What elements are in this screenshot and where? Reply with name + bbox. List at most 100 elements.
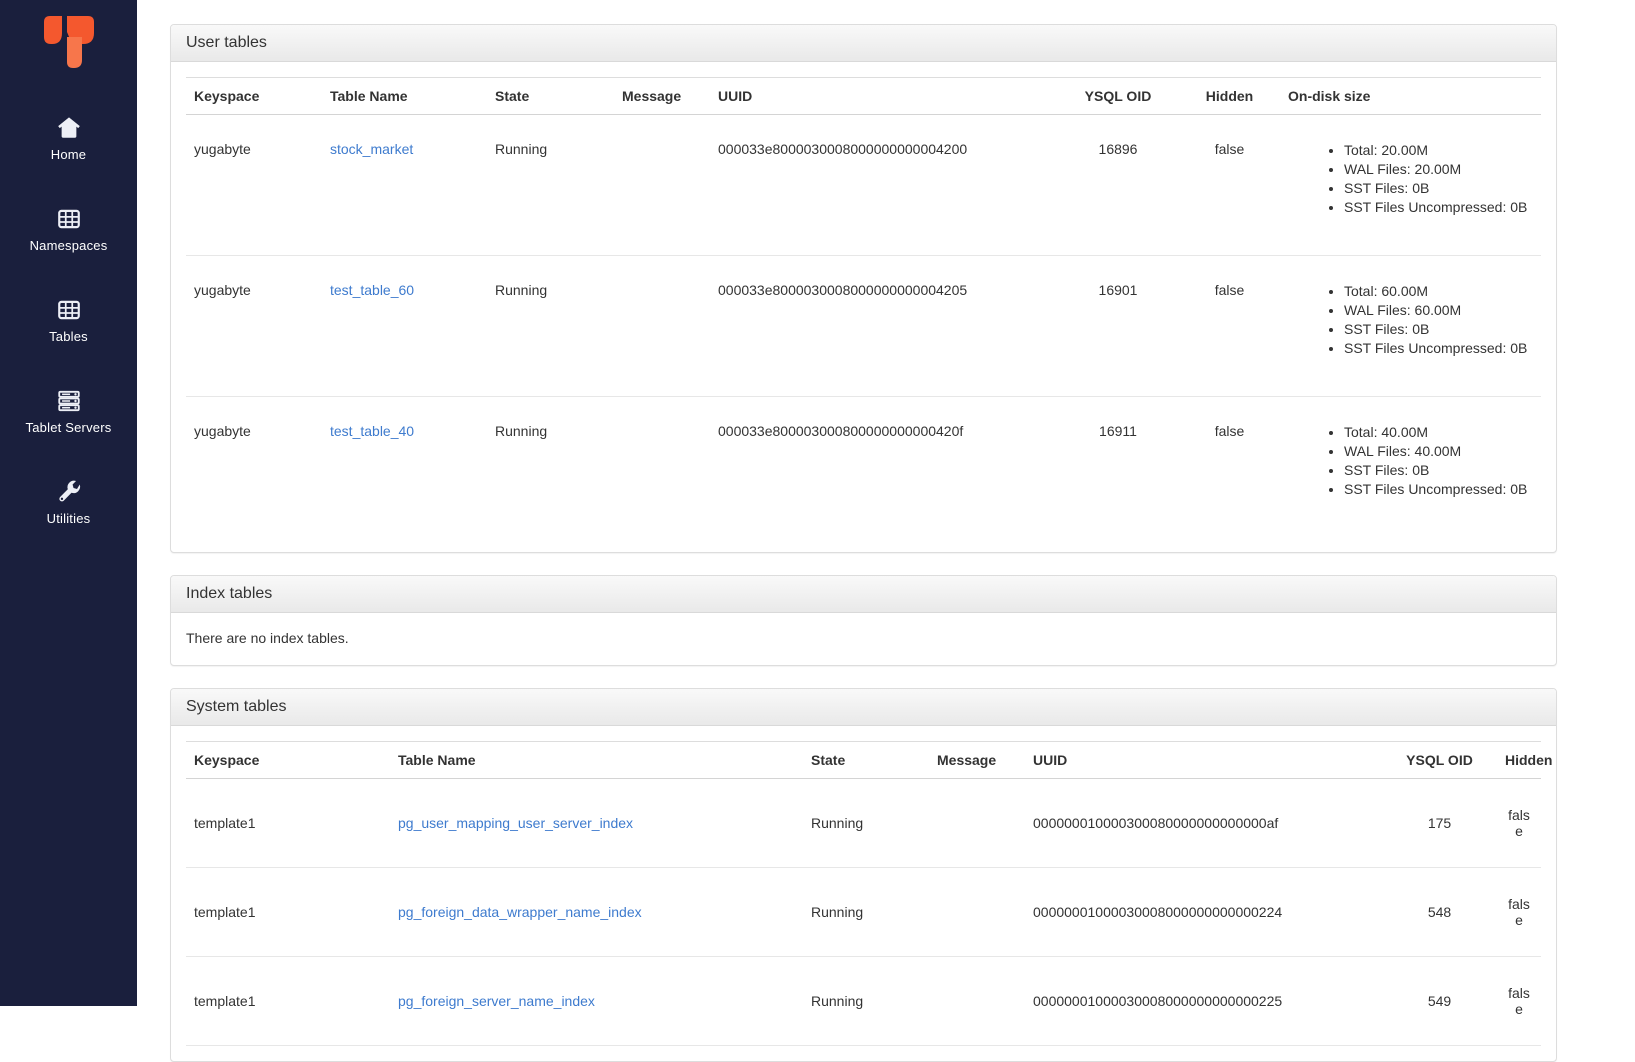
app-root: Home Namespaces Tables Tablet Servers Utilit… — [0, 0, 1635, 1006]
size-item: SST Files Uncompressed: 0B — [1344, 198, 1533, 217]
cell-keyspace: yugabyte — [186, 397, 322, 538]
size-item: SST Files: 0B — [1344, 179, 1533, 198]
table-name-link[interactable]: test_table_60 — [330, 282, 414, 298]
cell-message — [614, 115, 710, 256]
cell-table-name: stock_market — [322, 115, 487, 256]
sidebar-item-tablet-servers[interactable]: Tablet Servers — [0, 388, 137, 435]
cell-ysql-oid: 16901 — [1057, 256, 1179, 397]
header-row: KeyspaceTable NameStateMessageUUIDYSQL O… — [186, 78, 1541, 115]
cell-state: Running — [487, 397, 614, 538]
table-name-link[interactable]: pg_foreign_data_wrapper_name_index — [398, 904, 642, 920]
column-header-keyspace: Keyspace — [186, 78, 322, 115]
column-header-state: State — [487, 78, 614, 115]
size-item: Total: 60.00M — [1344, 282, 1533, 301]
cell-keyspace: template1 — [186, 868, 390, 957]
cell-message — [614, 397, 710, 538]
column-header-ysql-oid: YSQL OID — [1382, 742, 1497, 779]
size-item: WAL Files: 40.00M — [1344, 442, 1533, 461]
table-row: template1pg_foreign_server_name_indexRun… — [186, 957, 1541, 1046]
column-header-uuid: UUID — [1025, 742, 1382, 779]
cell-uuid: 000000010000300080000000000000af — [1025, 779, 1382, 868]
system-tables-table: KeyspaceTable NameStateMessageUUIDYSQL O… — [186, 741, 1541, 1046]
cell-keyspace: yugabyte — [186, 115, 322, 256]
home-icon — [55, 115, 83, 141]
size-item: SST Files Uncompressed: 0B — [1344, 480, 1533, 499]
table-name-link[interactable]: stock_market — [330, 141, 413, 157]
table-row: yugabyte stock_market Running 000033e800003… — [186, 115, 1541, 256]
size-item: SST Files: 0B — [1344, 320, 1533, 339]
sidebar-nav: Home Namespaces Tables Tablet Servers Utilit… — [0, 115, 137, 570]
sidebar-item-label: Utilities — [47, 511, 91, 526]
table-row: yugabytetest_table_60Running000033e80000… — [186, 256, 1541, 397]
yugabyte-logo[interactable] — [41, 13, 97, 71]
table-row: template1 pg_foreign_data_wrapper_name_in… — [186, 868, 1541, 957]
cell-message — [614, 256, 710, 397]
column-header-message: Message — [614, 78, 710, 115]
cell-hidden: false — [1179, 256, 1280, 397]
cell-ysql-oid: 548 — [1382, 868, 1497, 957]
table-icon — [55, 206, 83, 232]
cell-table-name: pg_foreign_data_wrapper_name_index — [390, 868, 803, 957]
cell-keyspace: yugabyte — [186, 256, 322, 397]
cell-keyspace: template1 — [186, 779, 390, 868]
table-name-link[interactable]: pg_user_mapping_user_server_index — [398, 815, 633, 831]
cell-message — [929, 868, 1025, 957]
cell-table-name: pg_user_mapping_user_server_index — [390, 779, 803, 868]
cell-table-name: test_table_60 — [322, 256, 487, 397]
table-name-link[interactable]: test_table_40 — [330, 423, 414, 439]
user-tables-body: KeyspaceTable NameStateMessageUUIDYSQL O… — [171, 62, 1556, 552]
column-header-message: Message — [929, 742, 1025, 779]
cell-state: Running — [803, 779, 929, 868]
size-item: SST Files Uncompressed: 0B — [1344, 339, 1533, 358]
index-tables-panel: Index tables There are no index tables. — [170, 575, 1557, 666]
cell-hidden: false — [1497, 779, 1541, 868]
column-header-table-name: Table Name — [322, 78, 487, 115]
table-name-link[interactable]: pg_foreign_server_name_index — [398, 993, 595, 1009]
wrench-icon — [55, 479, 83, 505]
column-header-state: State — [803, 742, 929, 779]
column-header-hidden: Hidden — [1179, 78, 1280, 115]
table-row: template1 pg_user_mapping_user_server_ind… — [186, 779, 1541, 868]
cell-message — [929, 779, 1025, 868]
cell-uuid: 000033e8000030008000000000004200 — [710, 115, 1057, 256]
column-header-on-disk-size: On-disk size — [1280, 78, 1541, 115]
cell-ysql-oid: 549 — [1382, 957, 1497, 1046]
cell-message — [929, 957, 1025, 1046]
cell-hidden: false — [1497, 957, 1541, 1046]
cell-table-name: pg_foreign_server_name_index — [390, 957, 803, 1046]
size-item: SST Files: 0B — [1344, 461, 1533, 480]
column-header-keyspace: Keyspace — [186, 742, 390, 779]
cell-table-name: test_table_40 — [322, 397, 487, 538]
size-item: Total: 40.00M — [1344, 423, 1533, 442]
cell-ysql-oid: 16896 — [1057, 115, 1179, 256]
user-tables-table: KeyspaceTable NameStateMessageUUIDYSQL O… — [186, 77, 1541, 537]
size-item: WAL Files: 60.00M — [1344, 301, 1533, 320]
cell-uuid: 000033e8000030008000000000004205 — [710, 256, 1057, 397]
cell-uuid: 00000001000030008000000000000225 — [1025, 957, 1382, 1046]
on-disk-size-list: Total: 20.00MWAL Files: 20.00MSST Files:… — [1288, 141, 1533, 217]
index-tables-heading: Index tables — [171, 576, 1556, 613]
cell-hidden: false — [1179, 115, 1280, 256]
sidebar-item-namespaces[interactable]: Namespaces — [0, 206, 137, 253]
sidebar-item-utilities[interactable]: Utilities — [0, 479, 137, 526]
size-item: WAL Files: 20.00M — [1344, 160, 1533, 179]
column-header-uuid: UUID — [710, 78, 1057, 115]
cell-state: Running — [803, 868, 929, 957]
cell-on-disk: Total: 40.00MWAL Files: 40.00MSST Files:… — [1280, 397, 1541, 538]
column-header-ysql-oid: YSQL OID — [1057, 78, 1179, 115]
table-row: yugabytetest_table_40Running000033e80000… — [186, 397, 1541, 538]
user-tables-panel: User tables KeyspaceTable NameStateMessa… — [170, 24, 1557, 553]
main-content: User tables KeyspaceTable NameStateMessa… — [137, 0, 1635, 1006]
cell-hidden: false — [1179, 397, 1280, 538]
user-tables-heading: User tables — [171, 25, 1556, 62]
cell-state: Running — [487, 115, 614, 256]
sidebar: Home Namespaces Tables Tablet Servers Utilit… — [0, 0, 137, 1006]
sidebar-item-home[interactable]: Home — [0, 115, 137, 162]
sidebar-item-label: Tablet Servers — [26, 420, 112, 435]
sidebar-item-tables[interactable]: Tables — [0, 297, 137, 344]
header-row: KeyspaceTable NameStateMessageUUIDYSQL O… — [186, 742, 1541, 779]
cell-on-disk: Total: 20.00MWAL Files: 20.00MSST Files:… — [1280, 115, 1541, 256]
sidebar-item-label: Namespaces — [30, 238, 108, 253]
cell-hidden: false — [1497, 868, 1541, 957]
column-header-table-name: Table Name — [390, 742, 803, 779]
